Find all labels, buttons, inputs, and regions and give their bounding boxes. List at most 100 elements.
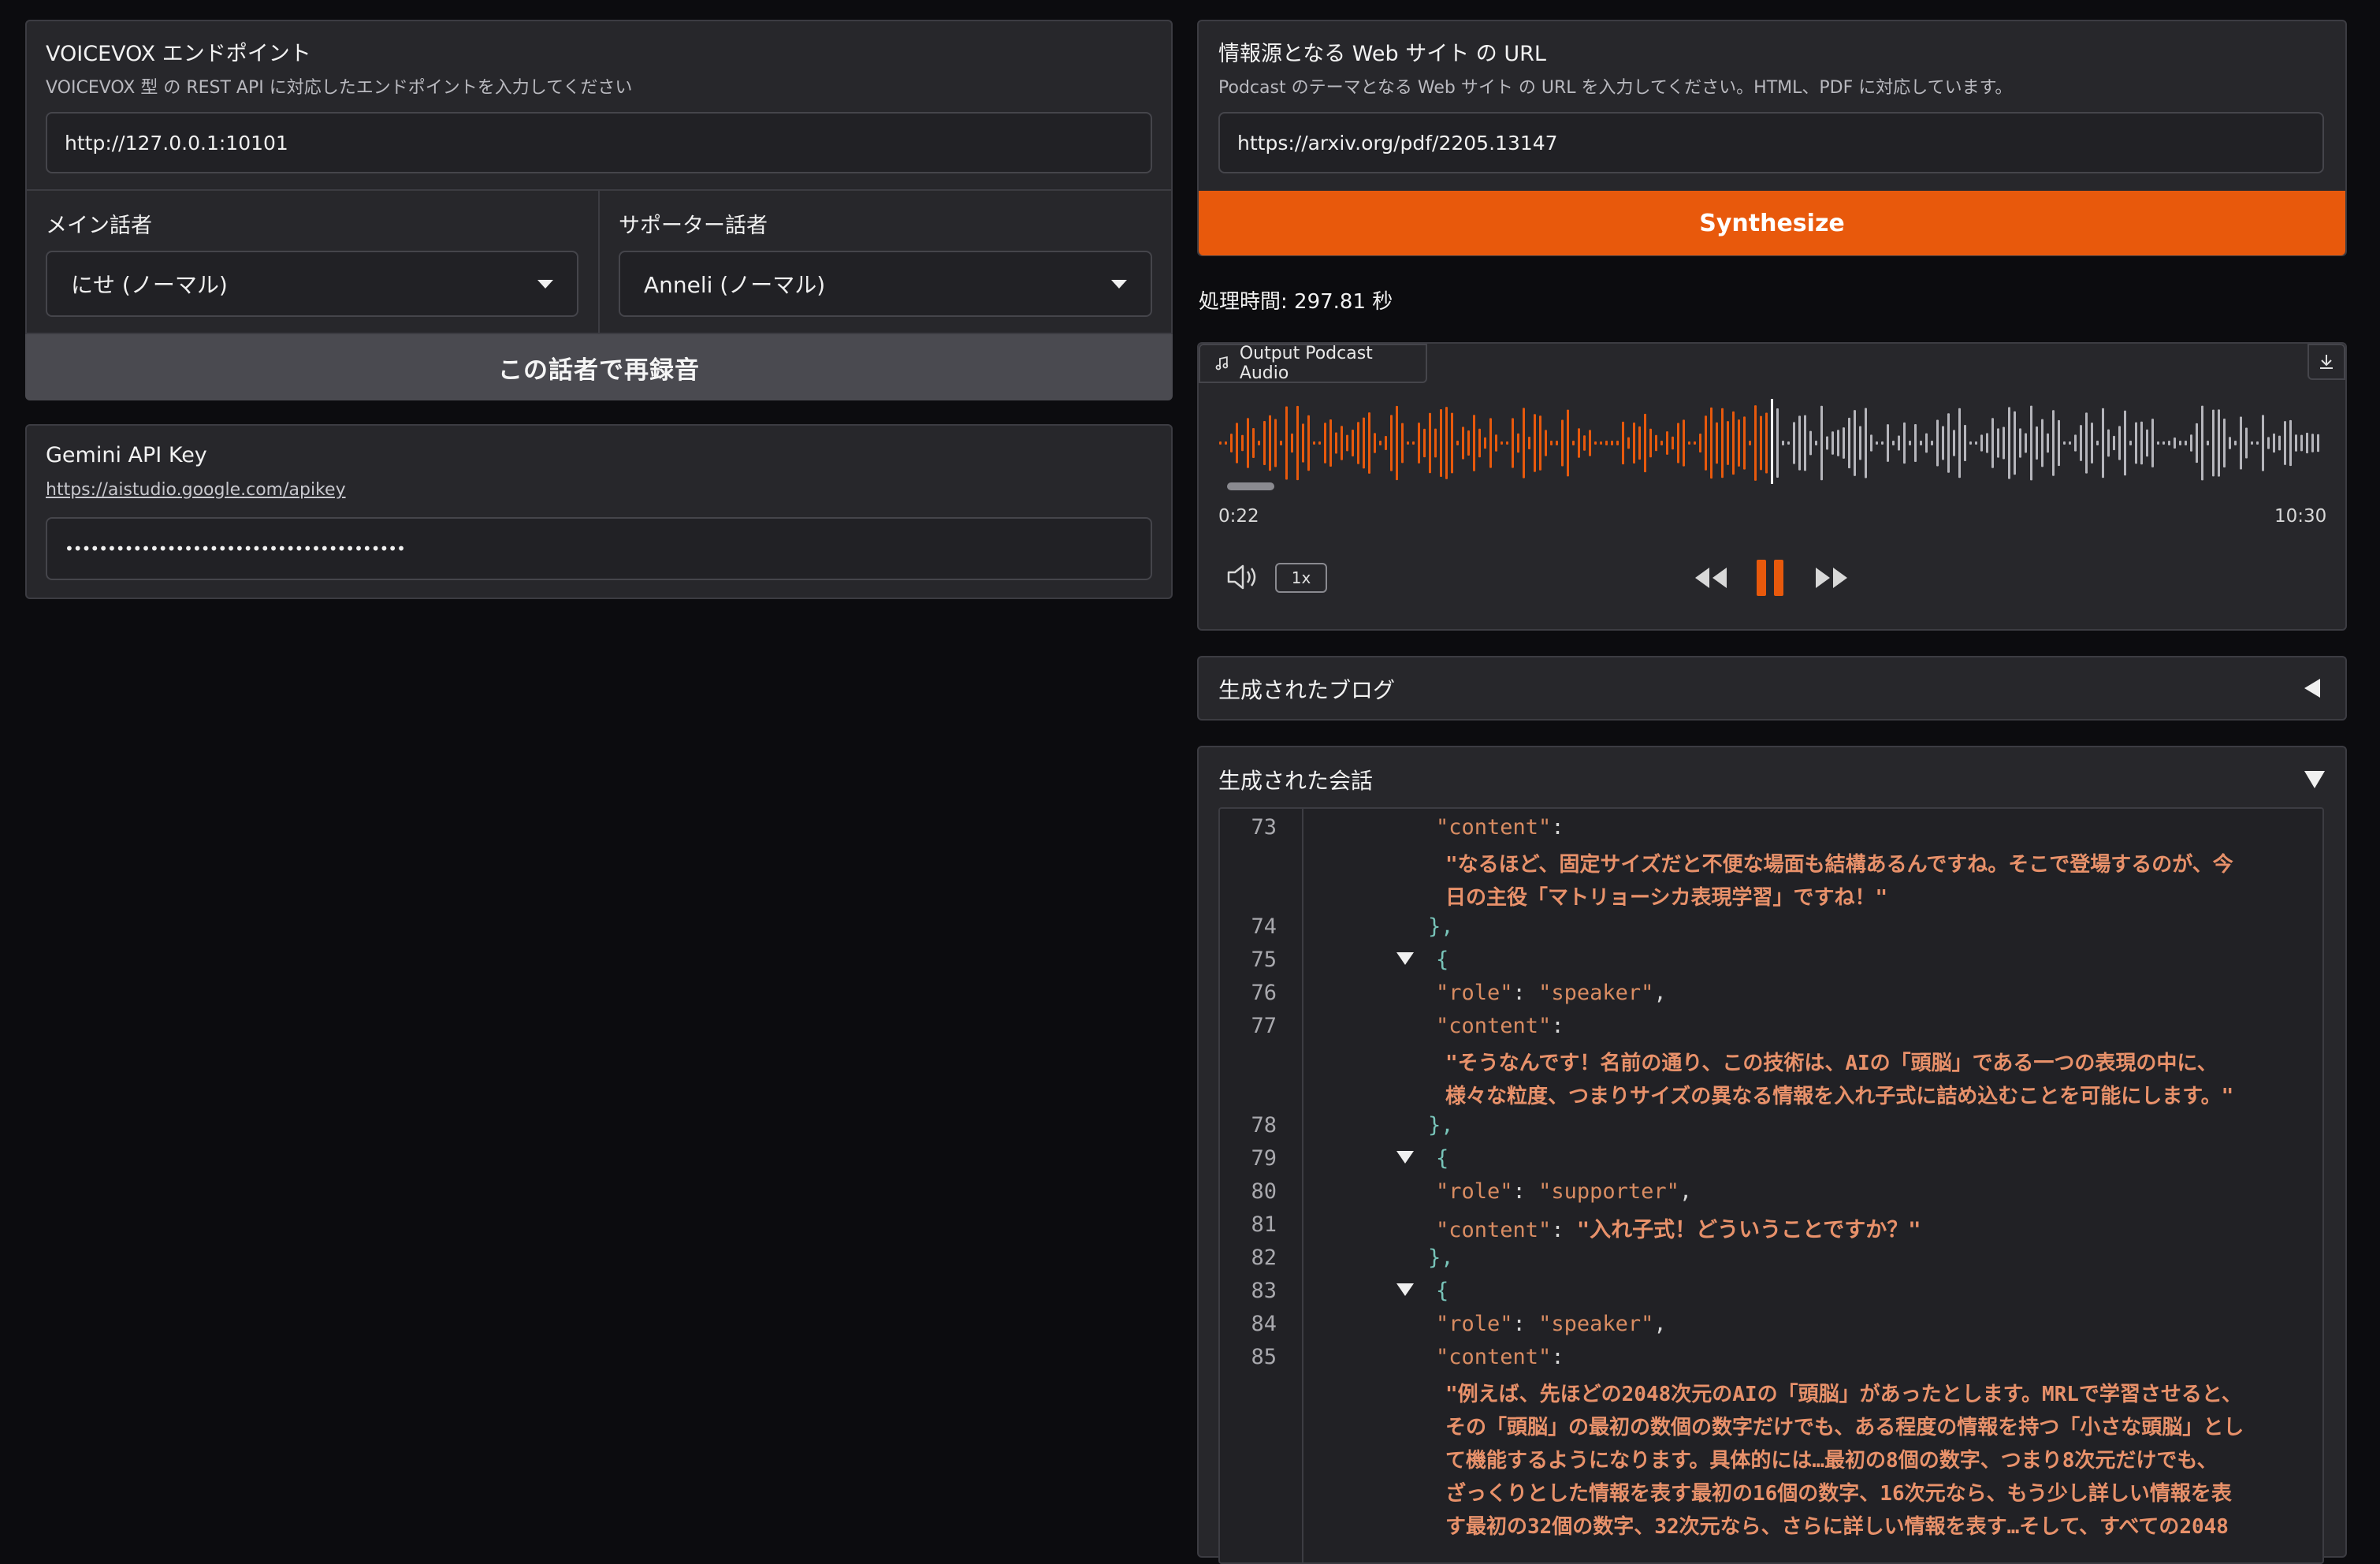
waveform-bar <box>1727 421 1729 465</box>
waveform-bar <box>2289 419 2292 467</box>
waveform-bar <box>2229 437 2231 449</box>
current-time: 0:22 <box>1218 506 1259 527</box>
playback-rate-button[interactable]: 1x <box>1275 563 1327 593</box>
rewind-icon[interactable] <box>1692 564 1730 591</box>
waveform-bar <box>2080 425 2082 461</box>
waveform-bar <box>1489 418 1492 468</box>
code-line: "role": "speaker", <box>1436 981 1667 1005</box>
json-string: 日の主役「マトリョーシカ表現学習」ですね！" <box>1445 886 1888 910</box>
json-code-viewer[interactable]: 73 74 75 76 77 78 79 80 81 82 83 84 85 "… <box>1218 807 2324 1564</box>
code-line: "role": "supporter", <box>1436 1179 1692 1204</box>
waveform-bar <box>2267 437 2270 449</box>
waveform-bar <box>1368 412 1370 474</box>
waveform-bar <box>2151 419 2154 467</box>
waveform-bar <box>1600 441 1602 445</box>
waveform-bar <box>1307 415 1310 471</box>
waveform-bar <box>1550 441 1553 445</box>
download-button[interactable] <box>2307 344 2345 380</box>
waveform-bar <box>1920 441 1922 445</box>
audio-waveform[interactable] <box>1218 399 2324 493</box>
line-number: 75 <box>1251 948 1277 972</box>
waveform-bar <box>1329 419 1332 467</box>
waveform-bar <box>1666 431 1668 455</box>
waveform-bar <box>1710 407 1712 479</box>
support-speaker-dropdown[interactable]: Anneli (ノーマル) <box>619 251 1152 317</box>
triangle-left-icon[interactable] <box>2304 679 2320 698</box>
fold-triangle-icon[interactable] <box>1396 952 1414 965</box>
waveform-bar <box>1688 441 1690 445</box>
waveform-bar <box>1236 423 1238 464</box>
waveform-bar <box>2256 441 2259 445</box>
gemini-api-key-input[interactable]: •••••••••••••••••••••••••••••••••••••••• <box>46 517 1152 580</box>
waveform-bar <box>1953 430 1955 456</box>
waveform-bar <box>1859 426 1861 460</box>
waveform-bar <box>2019 428 2021 458</box>
waveform-bar <box>1898 435 1900 451</box>
waveform-bar <box>1451 412 1453 474</box>
download-icon <box>2320 355 2333 369</box>
waveform-bar <box>1335 432 1337 454</box>
waveform-bar <box>2306 432 2308 454</box>
waveform-bar <box>1627 437 1630 449</box>
waveform-bar <box>1975 441 1977 445</box>
waveform-bar <box>2058 419 2060 467</box>
url-input[interactable]: https://arxiv.org/pdf/2205.13147 <box>1218 112 2324 173</box>
waveform-bar <box>1357 422 1359 464</box>
waveform-bar <box>1749 441 1751 445</box>
code-line: "content": <box>1436 1014 1564 1038</box>
waveform-bar <box>1567 409 1569 477</box>
waveform-bar <box>1363 417 1365 469</box>
waveform-bar <box>1947 413 1950 473</box>
waveform-bar <box>1776 408 1779 479</box>
waveform-bar <box>1870 434 1872 452</box>
waveform-bar <box>1969 441 1972 445</box>
fast-forward-icon[interactable] <box>1813 564 1850 591</box>
fold-triangle-icon[interactable] <box>1396 1283 1414 1296</box>
waveform-bar <box>1705 415 1707 471</box>
endpoint-input[interactable]: http://127.0.0.1:10101 <box>46 112 1152 173</box>
line-number: 73 <box>1251 815 1277 840</box>
waveform-scrollbar[interactable] <box>1227 482 1274 490</box>
json-value: "speaker" <box>1538 981 1654 1005</box>
volume-icon[interactable] <box>1225 561 1260 593</box>
app-root: VOICEVOX エンドポイント VOICEVOX 型 の REST API に… <box>0 0 2380 1564</box>
waveform-bar <box>1280 441 1282 445</box>
waveform-bar <box>1622 421 1624 465</box>
conversation-accordion-label: 生成された会話 <box>1218 768 1374 794</box>
waveform-bar <box>1296 405 1299 481</box>
waveform-bar <box>1512 418 1514 468</box>
json-string: "入れ子式！どういうことですか？" <box>1576 1218 1921 1242</box>
json-punct: : <box>1512 1312 1539 1336</box>
json-string: て機能するようになります。具体的には…最初の8個の数字、つまり8次元だけでも、 <box>1445 1449 2218 1473</box>
triangle-down-icon[interactable] <box>2304 771 2325 788</box>
gemini-link[interactable]: https://aistudio.google.com/apikey <box>46 480 346 500</box>
gemini-label: Gemini API Key <box>46 443 207 467</box>
main-speaker-dropdown[interactable]: にせ (ノーマル) <box>46 251 578 317</box>
line-number: 80 <box>1251 1179 1277 1204</box>
waveform-bar <box>1854 410 1856 476</box>
waveform-bar <box>1313 441 1315 445</box>
code-line: "role": "speaker", <box>1436 1312 1667 1336</box>
line-number: 82 <box>1251 1246 1277 1270</box>
main-speaker-value: にせ (ノーマル) <box>71 272 228 298</box>
waveform-bar <box>1644 413 1646 473</box>
rerecord-button[interactable]: この話者で再録音 <box>25 333 1173 400</box>
synthesize-button[interactable]: Synthesize <box>1199 191 2345 255</box>
json-punct: , <box>1653 1312 1667 1336</box>
pause-icon[interactable] <box>1753 558 1787 598</box>
processing-time: 処理時間: 297.81 秒 <box>1199 290 1393 314</box>
waveform-bar <box>2135 422 2137 464</box>
waveform-bar <box>1616 441 1619 445</box>
json-value: "supporter" <box>1538 1179 1679 1204</box>
waveform-bar <box>1997 428 1999 458</box>
fold-triangle-icon[interactable] <box>1396 1151 1414 1164</box>
waveform-bar <box>2201 405 2203 481</box>
playhead[interactable] <box>1771 399 1773 484</box>
waveform-bar <box>1716 422 1718 464</box>
waveform-bar <box>1793 422 1795 464</box>
waveform-bar <box>2096 441 2099 445</box>
waveform-bar <box>1672 436 1674 450</box>
waveform-bar <box>1649 428 1652 458</box>
waveform-bar <box>1876 441 1878 445</box>
waveform-bar <box>1638 426 1641 460</box>
